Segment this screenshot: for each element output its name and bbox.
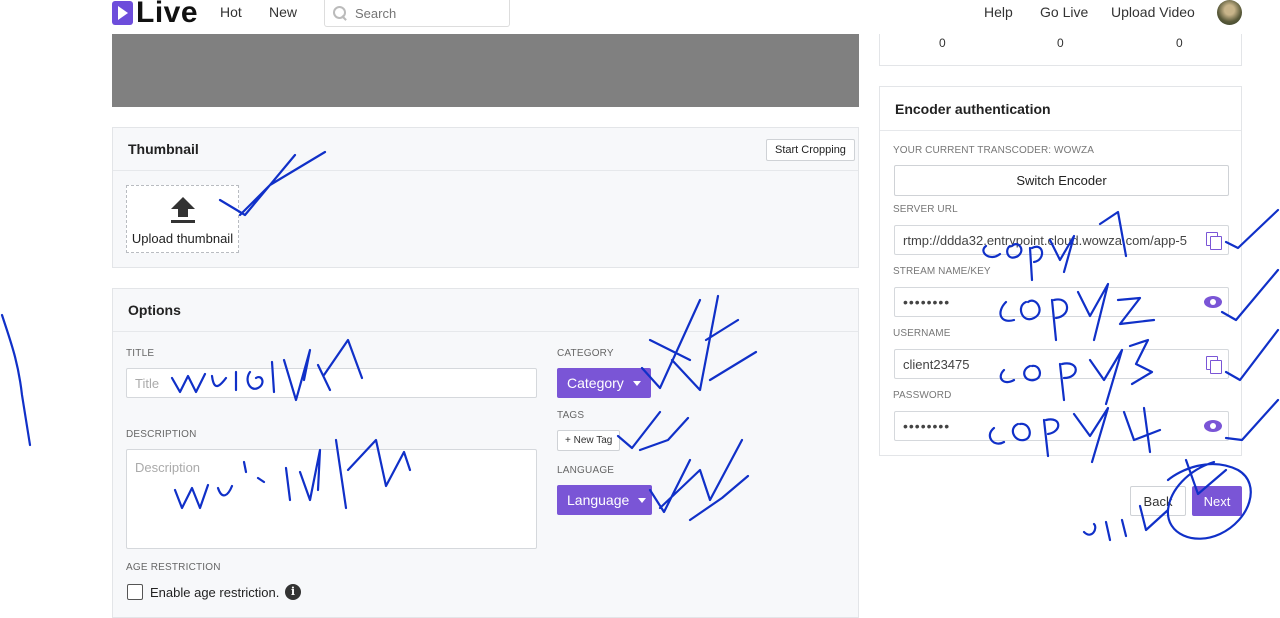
encoder-card-title: Encoder authentication [895, 101, 1051, 117]
search-icon [333, 6, 347, 20]
chevron-down-icon [632, 380, 641, 386]
video-preview [112, 34, 859, 107]
language-dropdown[interactable]: Language [557, 485, 652, 515]
age-restriction-label: AGE RESTRICTION [126, 562, 221, 573]
stat-value: 0 [939, 36, 946, 50]
upload-thumbnail-dropzone[interactable]: Upload thumbnail [126, 185, 239, 253]
description-textarea[interactable]: Description [126, 449, 537, 549]
category-dropdown-label: Category [567, 375, 624, 391]
chevron-down-icon [638, 497, 647, 503]
age-restriction-checkbox-label: Enable age restriction. [150, 585, 280, 600]
thumbnail-card: Thumbnail Start Cropping Upload thumbnai… [112, 127, 859, 268]
search-box[interactable] [324, 0, 510, 27]
thumbnail-card-title: Thumbnail [113, 128, 858, 171]
category-label: CATEGORY [557, 348, 614, 359]
category-dropdown[interactable]: Category [557, 368, 651, 398]
description-label: DESCRIPTION [126, 429, 197, 440]
password-field[interactable]: •••••••• [894, 411, 1229, 441]
logo-play-icon [112, 1, 133, 25]
options-card: Options TITLE Title DESCRIPTION Descript… [112, 288, 859, 618]
username-label: USERNAME [893, 328, 951, 339]
options-card-title: Options [113, 289, 858, 332]
logo[interactable]: Live [112, 0, 199, 29]
title-label: TITLE [126, 348, 155, 359]
avatar[interactable] [1217, 0, 1242, 25]
info-icon[interactable]: i [285, 584, 301, 600]
server-url-label: SERVER URL [893, 204, 958, 215]
start-cropping-button[interactable]: Start Cropping [766, 139, 855, 161]
next-button[interactable]: Next [1192, 486, 1242, 516]
nav-link-new[interactable]: New [269, 4, 297, 20]
nav-link-go-live[interactable]: Go Live [1040, 4, 1088, 20]
server-url-field[interactable]: rtmp://ddda32.entrypoint.cloud.wowza.com… [894, 225, 1229, 255]
encoder-authentication-card: Encoder authentication YOUR CURRENT TRAN… [879, 86, 1242, 456]
stream-key-label: STREAM NAME/KEY [893, 266, 991, 277]
search-input[interactable] [355, 5, 505, 21]
back-button[interactable]: Back [1130, 486, 1186, 516]
upload-icon [170, 197, 195, 225]
transcoder-label: YOUR CURRENT TRANSCODER: WOWZA [893, 145, 1094, 156]
password-label: PASSWORD [893, 390, 952, 401]
logo-text: Live [136, 0, 199, 29]
tags-label: TAGS [557, 410, 585, 421]
nav-link-help[interactable]: Help [984, 4, 1013, 20]
divider [880, 130, 1241, 131]
eye-icon[interactable] [1204, 296, 1222, 308]
top-navigation: Live Hot New Help Go Live Upload Video [0, 0, 1280, 34]
switch-encoder-button[interactable]: Switch Encoder [894, 165, 1229, 196]
stat-value: 0 [1057, 36, 1064, 50]
language-label: LANGUAGE [557, 465, 615, 476]
language-dropdown-label: Language [567, 492, 630, 508]
username-field[interactable]: client23475 [894, 349, 1229, 379]
margin-line-scribble [0, 313, 32, 447]
nav-link-upload-video[interactable]: Upload Video [1111, 4, 1195, 20]
stream-key-field[interactable]: •••••••• [894, 287, 1229, 317]
stats-card: 0 0 0 [879, 34, 1242, 66]
title-input[interactable]: Title [126, 368, 537, 398]
copy-icon[interactable] [1206, 356, 1222, 374]
upload-thumbnail-label: Upload thumbnail [131, 231, 234, 246]
age-restriction-checkbox[interactable] [127, 584, 143, 600]
eye-icon[interactable] [1204, 420, 1222, 432]
new-tag-button[interactable]: + New Tag [557, 430, 621, 451]
copy-icon[interactable] [1206, 232, 1222, 250]
nav-link-hot[interactable]: Hot [220, 4, 242, 20]
stat-value: 0 [1176, 36, 1183, 50]
